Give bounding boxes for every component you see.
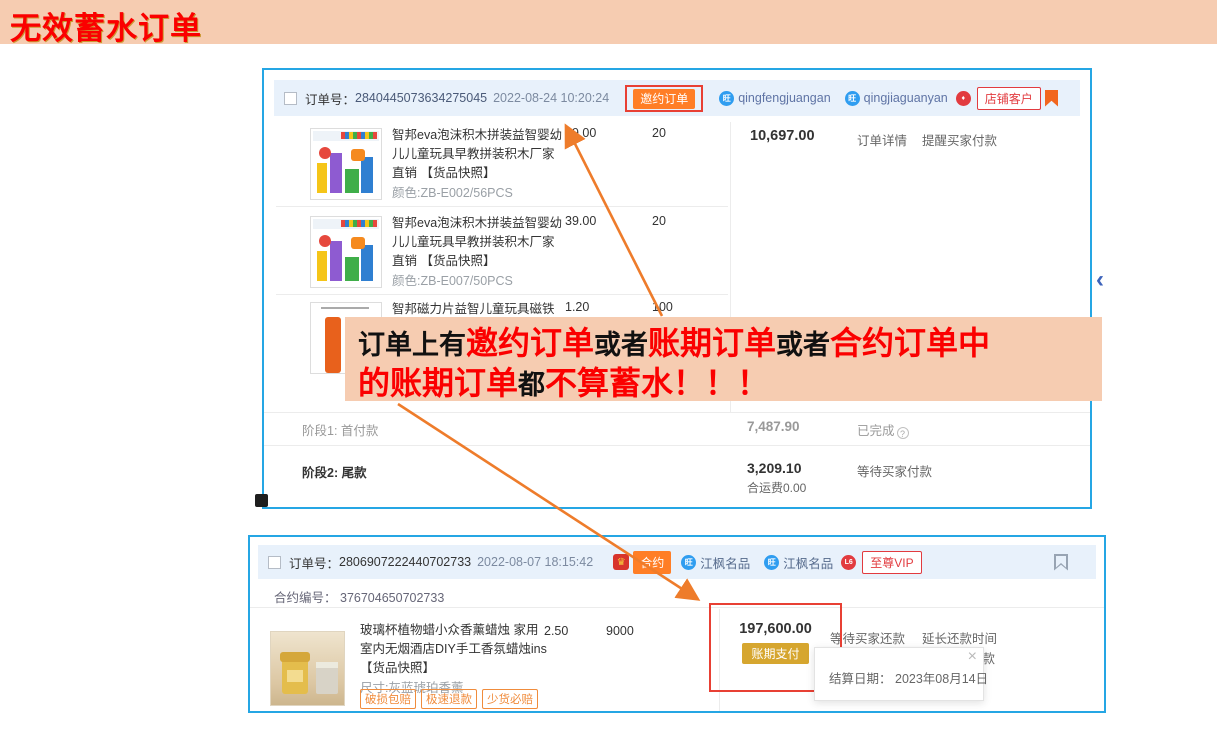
stage1-label: 阶段1: 首付款 [302, 420, 378, 439]
order-card-1: 订单号： 2840445073634275045 2022-08-24 10:2… [262, 68, 1092, 509]
product-row: 智邦eva泡沫积木拼装益智婴幼儿儿童玩具早教拼装积木厂家直销 【货品快照】 颜色… [276, 124, 726, 210]
member-level-icon: ♦ [956, 91, 971, 106]
order1-checkbox[interactable] [284, 92, 297, 105]
collapse-chevron-icon[interactable]: ‹ [1096, 268, 1104, 292]
stage1-amount: 7,487.90 [747, 419, 800, 434]
order2-receiver-name[interactable]: 江枫名品 [783, 553, 833, 572]
remind-pay-link[interactable]: 提醒买家付款 [922, 130, 997, 149]
product-image[interactable] [310, 128, 382, 200]
order1-buyer-name[interactable]: qingfengjuangan [738, 91, 830, 105]
order1-number: 2840445073634275045 [355, 91, 487, 105]
product-price: 39.00 [565, 214, 596, 228]
product-price: 1.20 [565, 300, 589, 314]
order-detail-link[interactable]: 订单详情 [857, 130, 907, 149]
product-price: 2.50 [544, 624, 568, 638]
order2-buyer-name[interactable]: 江枫名品 [700, 553, 750, 572]
annotation-red-box-invite: 邀约订单 [625, 85, 703, 112]
product-spec: 颜色:ZB-E007/50PCS [392, 272, 564, 291]
product-image[interactable] [310, 216, 382, 288]
product-row: 智邦eva泡沫积木拼装益智婴幼儿儿童玩具早教拼装积木厂家直销 【货品快照】 颜色… [276, 212, 726, 298]
service-tags: 破损包赔 极速退款 少货必赔 [360, 689, 538, 709]
row-divider [276, 206, 728, 207]
order1-number-label: 订单号： [305, 89, 355, 108]
settle-date-value: 2023年08月14日 [895, 672, 988, 686]
product-title[interactable]: 智邦eva泡沫积木拼装益智婴幼儿儿童玩具早教拼装积木厂家直销 【货品快照】 [392, 128, 562, 180]
contract-number: 376704650702733 [340, 591, 444, 605]
callout-highlight: 不算蓄水！！！ [545, 358, 769, 404]
order2-checkbox[interactable] [268, 556, 281, 569]
wangwang-icon[interactable]: 旺 [681, 555, 696, 570]
contract-order-badge: 合约 [633, 551, 671, 574]
order2-number-label: 订单号： [289, 553, 339, 572]
settle-date-label: 结算日期： [829, 672, 892, 686]
order1-datetime: 2022-08-24 10:20:24 [493, 91, 609, 105]
order2-datetime: 2022-08-07 18:15:42 [477, 555, 593, 569]
product-image[interactable] [270, 631, 345, 706]
callout-text: 或者 [594, 323, 648, 362]
vip-crown-icon: ♛ [613, 554, 629, 570]
product-qty: 9000 [606, 624, 634, 638]
callout-text: 订单上有 [358, 323, 466, 362]
callout-highlight: 的账期订单 [358, 358, 518, 404]
buyer-level-icon: L6 [841, 555, 856, 570]
stage-divider [264, 445, 1090, 446]
callout-highlight: 合约订单中 [830, 318, 990, 364]
question-icon[interactable]: ? [897, 427, 909, 439]
invite-order-badge: 邀约订单 [633, 89, 695, 109]
product-spec: 颜色:ZB-E002/56PCS [392, 184, 564, 203]
page-banner: 无效蓄水订单 [0, 0, 1217, 44]
order1-total: 10,697.00 [750, 128, 815, 144]
extend-repay-link[interactable]: 延长还款时间 [922, 628, 997, 647]
contract-number-row: 合约编号： 376704650702733 [274, 587, 444, 606]
order1-receiver-name[interactable]: qingjiaguanyan [864, 91, 948, 105]
order2-header: 订单号： 2806907222440702733 2022-08-07 18:1… [258, 545, 1096, 579]
stage2-amount: 3,209.10 [747, 460, 802, 476]
order2-number: 2806907222440702733 [339, 555, 471, 569]
wangwang-icon[interactable]: 旺 [764, 555, 779, 570]
annotation-handle [255, 494, 268, 507]
bookmark-icon[interactable] [1045, 90, 1058, 107]
product-title[interactable]: 玻璃杯植物蜡小众香薰蜡烛 家用室内无烟酒店DIY手工香氛蜡烛ins 【货品快照】 [360, 623, 547, 675]
page: 无效蓄水订单 订单号： 2840445073634275045 2022-08-… [0, 0, 1217, 731]
service-tag: 极速退款 [421, 689, 477, 709]
stage2-label: 阶段2: 尾款 [302, 462, 367, 481]
credit-pay-badge: 账期支付 [742, 643, 808, 664]
service-tag: 少货必赔 [482, 689, 538, 709]
product-qty: 20 [652, 126, 666, 140]
order1-header: 订单号： 2840445073634275045 2022-08-24 10:2… [274, 80, 1080, 116]
order2-total: 197,600.00 [711, 621, 840, 637]
order-card-2: 订单号： 2806907222440702733 2022-08-07 18:1… [248, 535, 1106, 713]
stage2-status: 等待买家付款 [857, 461, 932, 480]
settle-date-tooltip: 结算日期： 2023年08月14日 × [814, 647, 984, 701]
callout-text: 或者 [776, 323, 830, 362]
store-customer-badge: 店铺客户 [977, 87, 1041, 110]
close-icon[interactable]: × [968, 648, 977, 666]
product-title[interactable]: 智邦eva泡沫积木拼装益智婴幼儿儿童玩具早教拼装积木厂家直销 【货品快照】 [392, 216, 562, 268]
stage2-freight: 合运费0.00 [747, 479, 806, 496]
product-price: 59.00 [565, 126, 596, 140]
stage1-status: 已完成? [857, 420, 909, 439]
wangwang-icon[interactable]: 旺 [719, 91, 734, 106]
product-qty: 100 [652, 300, 673, 314]
service-tag: 破损包赔 [360, 689, 416, 709]
product-qty: 20 [652, 214, 666, 228]
stage-divider [264, 412, 1090, 413]
row-divider [250, 607, 1104, 608]
wangwang-icon[interactable]: 旺 [845, 91, 860, 106]
row-divider [276, 294, 728, 295]
annotation-callout: 订单上有邀约订单或者账期订单或者合约订单中 的账期订单都不算蓄水！！！ [345, 317, 1102, 401]
contract-label: 合约编号： [274, 591, 337, 605]
callout-text: 都 [518, 363, 545, 402]
page-title: 无效蓄水订单 [10, 3, 202, 48]
stage1-status-text: 已完成 [857, 424, 895, 438]
vip-badge: 至尊VIP [862, 551, 921, 574]
bookmark-outline-icon[interactable] [1054, 554, 1068, 571]
